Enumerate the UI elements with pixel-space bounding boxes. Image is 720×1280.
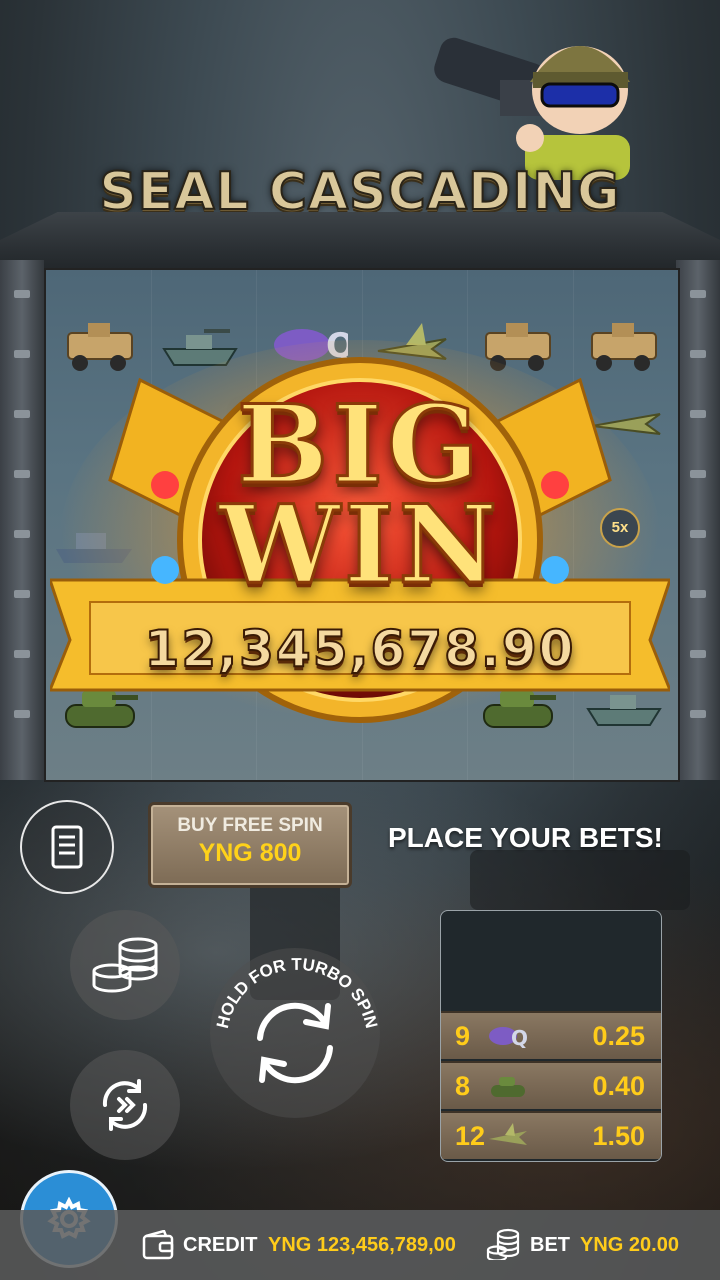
background-tank-silhouette [470, 850, 690, 910]
credit-label: CREDIT [183, 1234, 258, 1256]
bomb-q-icon: Q [489, 1026, 528, 1050]
big-win-banner: BIG WIN 12,345,678.90 [50, 340, 670, 740]
svg-text:HOLD FOR TURBO SPIN: HOLD FOR TURBO SPIN [213, 955, 381, 1030]
win-history-panel: 9 Q 0.25 8 0.40 12 1.50 [440, 910, 662, 1162]
win-count: 12 [455, 1121, 486, 1151]
big-win-line2: WIN [217, 482, 502, 608]
wallet-icon [142, 1230, 174, 1260]
scroll-document-icon [51, 825, 83, 869]
spin-caption-arc: HOLD FOR TURBO SPIN [213, 955, 381, 1030]
win-row: 9 Q 0.25 [441, 1011, 661, 1059]
win-value: 0.40 [592, 1071, 645, 1101]
coins-icon [486, 1228, 520, 1260]
win-row: 8 0.40 [441, 1061, 661, 1109]
jet-icon [489, 1123, 527, 1145]
buy-free-spin-price: YNG 800 [198, 839, 302, 867]
multiplier-badge: 5x [600, 508, 640, 548]
reel-frame-right-pillar [676, 260, 720, 780]
win-count: 8 [455, 1071, 471, 1101]
win-value: 0.25 [592, 1021, 645, 1051]
reel-frame-left-pillar [0, 260, 44, 780]
paytable-button[interactable] [20, 800, 114, 894]
svg-text:Q: Q [511, 1026, 528, 1050]
autoplay-button[interactable] [70, 1050, 180, 1160]
win-row: 12 1.50 [441, 1111, 661, 1159]
status-bar: CREDIT YNG 123,456,789,00 BET YNG 20.00 [0, 1210, 720, 1280]
autoplay-icon [102, 1079, 148, 1131]
bet-label: BET [530, 1234, 570, 1256]
buy-free-spin-button[interactable]: BUY FREE SPIN YNG 800 [148, 802, 352, 888]
tank-icon [491, 1077, 525, 1097]
spin-caption: HOLD FOR TURBO SPIN [213, 955, 381, 1030]
big-win-amount: 12,345,678.90 [144, 619, 576, 679]
win-value: 1.50 [592, 1121, 645, 1151]
soldier-mascot-icon [434, 37, 630, 180]
bet-amount-button[interactable] [70, 910, 180, 1020]
buy-free-spin-label: BUY FREE SPIN [177, 815, 323, 836]
credit-value: YNG 123,456,789,00 [268, 1234, 456, 1256]
win-count: 9 [455, 1021, 471, 1051]
bet-value: YNG 20.00 [580, 1234, 679, 1256]
coins-stack-icon [92, 937, 158, 993]
place-bets-message: PLACE YOUR BETS! [388, 822, 663, 853]
